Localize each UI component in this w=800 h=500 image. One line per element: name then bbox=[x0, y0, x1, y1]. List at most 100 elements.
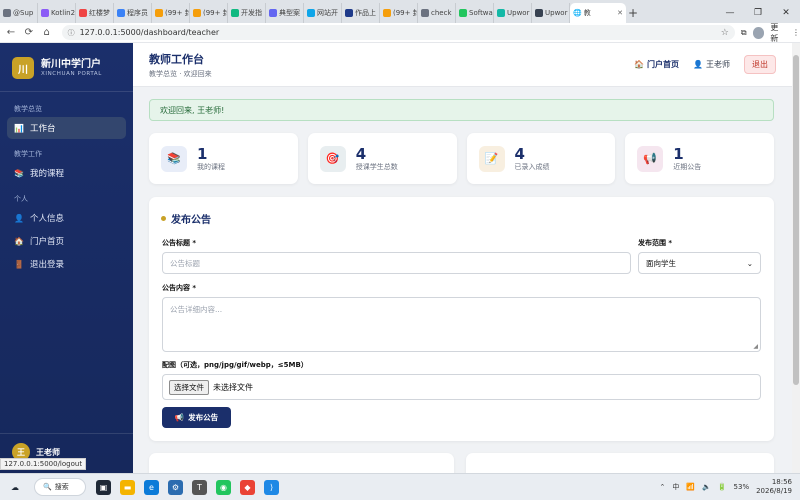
browser-tab[interactable]: 作品上 bbox=[342, 3, 380, 23]
reload-icon[interactable]: ⟳ bbox=[22, 27, 36, 38]
announcement-content-textarea[interactable]: 公告详细内容... ◢ bbox=[162, 297, 761, 352]
clock[interactable]: 18:56 2026/8/19 bbox=[756, 478, 792, 496]
app-pin-icon[interactable]: ◆ bbox=[240, 479, 255, 495]
wifi-icon[interactable]: 📶 bbox=[686, 483, 695, 491]
battery-icon[interactable]: 🔋 bbox=[718, 483, 727, 491]
profile-avatar[interactable] bbox=[752, 26, 765, 39]
tab-favicon-icon bbox=[269, 9, 277, 17]
lower-card-right bbox=[466, 453, 774, 473]
tab-favicon-icon bbox=[497, 9, 505, 17]
task-view-icon[interactable]: ▣ bbox=[96, 479, 111, 495]
tab-favicon-icon bbox=[535, 9, 543, 17]
browser-tab-active[interactable]: 🌐 教 ✕ bbox=[570, 3, 626, 23]
browser-tab[interactable]: Upwor bbox=[532, 3, 570, 23]
tab-favicon-icon bbox=[117, 9, 125, 17]
browser-tab[interactable]: (99+ 封 bbox=[152, 3, 190, 23]
browser-tab[interactable]: 典型案 bbox=[266, 3, 304, 23]
choose-file-button[interactable]: 选择文件 bbox=[169, 379, 209, 395]
tab-favicon-icon bbox=[307, 9, 315, 17]
image-file-input[interactable]: 选择文件 未选择文件 bbox=[162, 374, 761, 400]
school-logo: 川 bbox=[12, 57, 34, 79]
tab-favicon-icon bbox=[3, 9, 11, 17]
stat-card: 📢 1 近期公告 bbox=[625, 133, 774, 184]
brand[interactable]: 川 新川中学门户 XINCHUAN PORTAL bbox=[0, 43, 133, 92]
typora-icon[interactable]: T bbox=[192, 479, 207, 495]
extensions-icon[interactable]: ⧉ bbox=[741, 28, 747, 38]
edge-icon[interactable]: e bbox=[144, 479, 159, 495]
chevron-up-icon[interactable]: ⌃ bbox=[660, 483, 666, 491]
card-title: 发布公告 bbox=[161, 211, 762, 226]
sidebar-section-title: 教学工作 bbox=[14, 150, 42, 158]
browser-tab[interactable]: Softwa bbox=[456, 3, 494, 23]
logout-button[interactable]: 退出 bbox=[744, 55, 776, 74]
speaker-icon[interactable]: 🔈 bbox=[702, 483, 711, 491]
page-scrollbar[interactable] bbox=[792, 43, 800, 473]
scope-select[interactable]: 面向学生 ⌄ bbox=[638, 252, 761, 274]
header-user: 👤 王老师 bbox=[693, 59, 730, 70]
stat-value: 1 bbox=[673, 144, 684, 163]
tab-favicon-icon bbox=[79, 9, 87, 17]
browser-tab[interactable]: (99+ 封 bbox=[380, 3, 418, 23]
sidebar-item[interactable]: 🚪 退出登录 bbox=[7, 253, 126, 275]
tab-label: (99+ 封 bbox=[393, 9, 418, 17]
stat-icon: 📚 bbox=[161, 145, 187, 172]
stat-label: 近期公告 bbox=[673, 162, 702, 171]
url-field[interactable]: ⓘ 127.0.0.1:5000/dashboard/teacher ☆ bbox=[61, 25, 735, 40]
portal-home-link[interactable]: 🏠 门户首页 bbox=[634, 59, 679, 70]
publish-button[interactable]: 📢 发布公告 bbox=[162, 407, 231, 428]
sidebar-item[interactable]: 📊 工作台 bbox=[7, 117, 126, 139]
announcement-title-input[interactable]: 公告标题 bbox=[162, 252, 631, 274]
scope-value: 面向学生 bbox=[646, 258, 676, 268]
browser-tab[interactable]: Kotlin2 bbox=[38, 3, 76, 23]
scope-label: 发布范围 * bbox=[638, 239, 673, 247]
close-window-icon[interactable]: ✕ bbox=[772, 8, 800, 18]
nav-icon: 🏠 bbox=[14, 236, 24, 246]
resize-handle-icon[interactable]: ◢ bbox=[753, 343, 758, 350]
welcome-alert: 欢迎回来, 王老师! bbox=[149, 99, 774, 121]
nav-icon: 🚪 bbox=[14, 259, 24, 269]
sidebar-item-label: 我的课程 bbox=[30, 169, 65, 179]
back-icon[interactable]: ← bbox=[4, 27, 18, 38]
sidebar-item[interactable]: 📚 我的课程 bbox=[7, 162, 126, 184]
tab-favicon-icon bbox=[41, 9, 49, 17]
browser-tab[interactable]: Upwor bbox=[494, 3, 532, 23]
browser-tab[interactable]: check bbox=[418, 3, 456, 23]
menu-icon[interactable]: ⋮ bbox=[792, 28, 800, 37]
browser-tab[interactable]: (99+ 封 bbox=[190, 3, 228, 23]
browser-tab[interactable]: 程序员 bbox=[114, 3, 152, 23]
browser-tab[interactable]: 红楼梦 bbox=[76, 3, 114, 23]
window-controls: — ❐ ✕ bbox=[716, 3, 800, 23]
main-content: 教师工作台 教学总览 · 欢迎回来 🏠 门户首页 👤 王老师 退出 欢迎回来, … bbox=[133, 43, 792, 473]
title-label: 公告标题 * bbox=[162, 239, 197, 247]
file-explorer-icon[interactable]: ▬ bbox=[120, 479, 135, 495]
bookmark-star-icon[interactable]: ☆ bbox=[721, 28, 729, 38]
settings-icon[interactable]: ⚙ bbox=[168, 479, 183, 495]
ime-indicator[interactable]: 中 bbox=[672, 482, 679, 492]
sidebar-section-title: 教学总览 bbox=[14, 105, 42, 113]
new-tab-button[interactable]: + bbox=[626, 3, 640, 23]
wechat-icon[interactable]: ◉ bbox=[216, 479, 231, 495]
browser-tab[interactable]: @Sup bbox=[0, 3, 38, 23]
browser-tab[interactable]: 开发指 bbox=[228, 3, 266, 23]
minimize-icon[interactable]: — bbox=[716, 8, 744, 18]
close-tab-icon[interactable]: ✕ bbox=[617, 9, 623, 17]
page-title: 教师工作台 bbox=[149, 52, 204, 66]
stats-row: 📚 1 我的课程 🎯 4 授课学生总数 📝 4 已录入成绩 📢 1 近期公告 bbox=[149, 133, 774, 184]
weather-icon[interactable]: ☁ bbox=[0, 483, 30, 492]
vscode-icon[interactable]: ⟩ bbox=[264, 479, 279, 495]
browser-tab-strip: @Sup Kotlin2 红楼梦 程序员 (99+ 封 (99+ 封 开发指 典型案 网站开 作品… bbox=[0, 0, 800, 23]
taskbar-search[interactable]: 🔍 搜索 bbox=[34, 478, 86, 496]
sidebar-item[interactable]: 👤 个人信息 bbox=[7, 207, 126, 229]
browser-tab[interactable]: 网站开 bbox=[304, 3, 342, 23]
clock-date: 2026/8/19 bbox=[756, 487, 792, 495]
update-button[interactable]: 更新 bbox=[770, 22, 786, 44]
stat-value: 1 bbox=[197, 144, 208, 163]
scrollbar-thumb[interactable] bbox=[793, 55, 799, 385]
tab-favicon-icon bbox=[383, 9, 391, 17]
maximize-icon[interactable]: ❐ bbox=[744, 8, 772, 18]
site-info-icon[interactable]: ⓘ bbox=[68, 28, 75, 38]
stat-card: 📝 4 已录入成绩 bbox=[466, 133, 616, 184]
sidebar-item[interactable]: 🏠 门户首页 bbox=[7, 230, 126, 252]
nav-icon: 📚 bbox=[14, 168, 24, 178]
home-icon[interactable]: ⌂ bbox=[40, 27, 54, 38]
